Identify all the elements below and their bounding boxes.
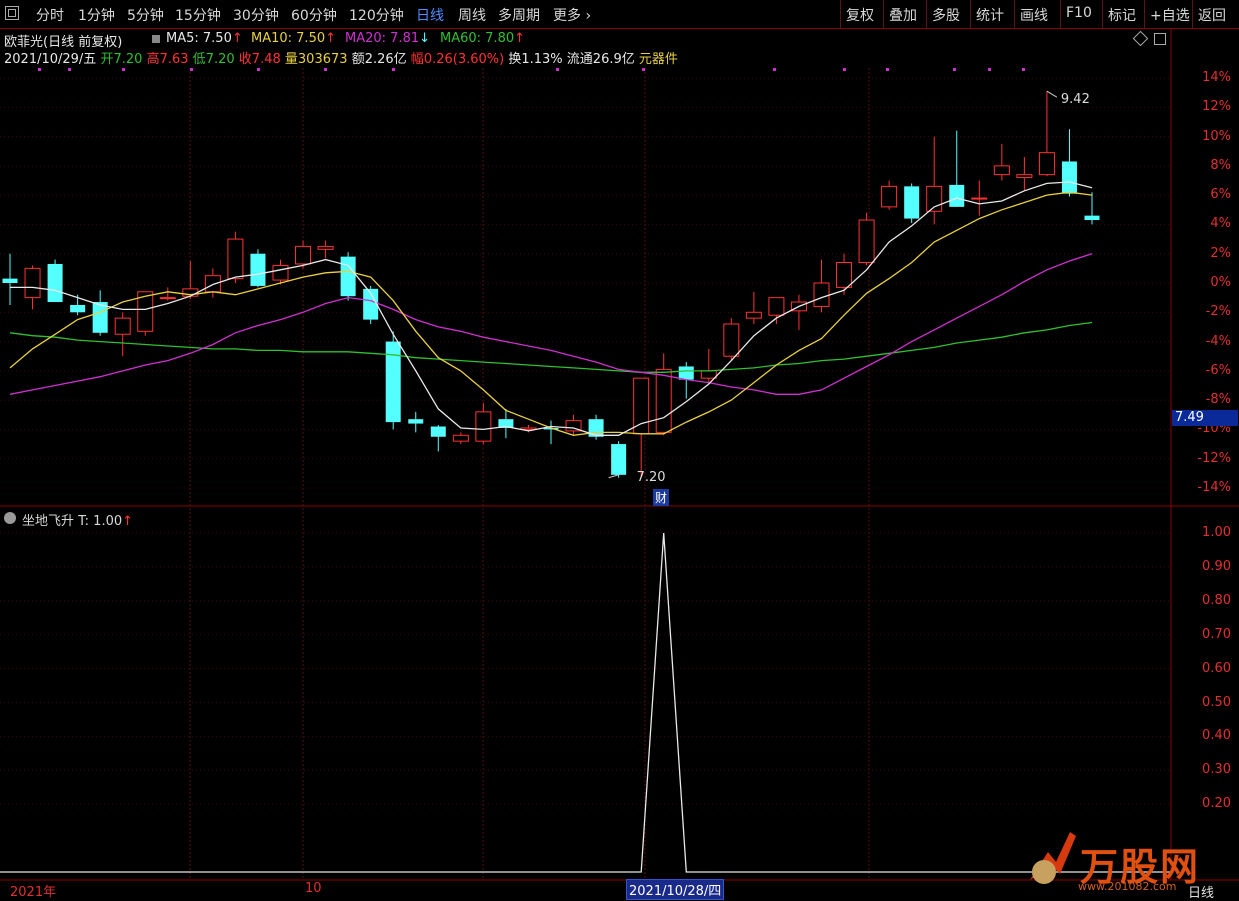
candle-body-down — [385, 341, 401, 423]
candle-body-down — [70, 304, 86, 313]
candle-body-up — [317, 245, 334, 250]
event-dot — [953, 68, 956, 71]
candle-body-up — [971, 197, 988, 200]
candle-body-up — [24, 267, 41, 299]
indicator-tick-label: 0.60 — [1202, 660, 1231, 676]
candle-body-up — [272, 264, 289, 281]
candle-body-down — [904, 186, 920, 219]
candle-body-up — [813, 282, 830, 307]
event-dot — [38, 68, 41, 71]
candle-body-up — [768, 297, 785, 316]
y-tick-label: 0% — [1210, 275, 1231, 290]
candle-body-up — [993, 165, 1010, 176]
event-dot — [773, 68, 776, 71]
candle-body-down — [47, 263, 63, 303]
candle-body-up — [858, 219, 875, 264]
event-dot — [190, 68, 193, 71]
y-tick-label: 8% — [1210, 157, 1231, 173]
indicator-title: 坐地飞升 T: 1.00↑ — [22, 514, 134, 529]
candle-body-up — [227, 238, 244, 280]
event-dot — [1022, 68, 1025, 71]
candle-body-up — [475, 411, 492, 442]
event-dot — [642, 68, 645, 71]
event-dot — [257, 68, 260, 71]
ma10-line — [9, 191, 1093, 436]
candle-body-down — [1084, 215, 1100, 221]
watermark-arrow-icon — [1030, 832, 1076, 884]
ma5-line — [10, 181, 1093, 436]
indicator-tick-label: 1.00 — [1202, 525, 1231, 540]
indicator-tick-label: 0.70 — [1202, 626, 1231, 642]
candle-body-down — [340, 256, 356, 297]
candle-body-down — [250, 253, 266, 286]
candle-body-up — [836, 262, 853, 288]
y-tick-label: 2% — [1210, 245, 1231, 261]
candle-body-up — [723, 323, 740, 357]
candle-body-up — [452, 434, 469, 442]
y-tick-label: 4% — [1210, 216, 1231, 232]
event-dot — [886, 68, 889, 71]
indicator-tick-label: 0.40 — [1202, 728, 1231, 744]
ma20-line — [9, 253, 1093, 395]
finance-marker[interactable]: 财 — [653, 489, 670, 506]
y-tick-label: 10% — [1202, 128, 1231, 144]
candle-body-up — [114, 317, 131, 335]
candle-body-down — [1061, 161, 1077, 194]
y-tick-label: -6% — [1205, 362, 1231, 378]
indicator-line — [0, 532, 1171, 873]
x-label-cursor-date: 2021/10/28/四 — [626, 879, 725, 900]
candle-body-up — [295, 245, 312, 265]
high-marker-label: 9.42 — [1061, 92, 1090, 107]
indicator-tick-label: 0.30 — [1202, 762, 1231, 778]
ma60-line — [9, 321, 1093, 373]
y-tick-label: 12% — [1202, 99, 1231, 115]
high-marker-pointer — [1046, 90, 1058, 98]
current-price-tag: 7.49 — [1172, 410, 1238, 426]
y-tick-label: 6% — [1210, 187, 1231, 203]
event-dot — [988, 68, 991, 71]
indicator-tick-label: 0.50 — [1202, 694, 1231, 710]
indicator-tick-label: 0.90 — [1202, 558, 1231, 574]
y-tick-label: 14% — [1202, 70, 1231, 85]
event-dot — [68, 68, 71, 71]
candle-body-up — [1016, 174, 1033, 179]
y-tick-label: -14% — [1197, 480, 1231, 495]
candle-body-down — [678, 366, 694, 380]
y-tick-label: -2% — [1205, 304, 1231, 320]
indicator-tick-label: 0.80 — [1202, 592, 1231, 608]
candle-body-down — [2, 278, 18, 283]
candle-body-up — [700, 370, 717, 379]
y-tick-label: -8% — [1205, 392, 1231, 408]
candle-body-up — [745, 311, 762, 319]
low-marker-pointer — [608, 474, 619, 479]
event-dot — [556, 68, 559, 71]
candle-body-up — [159, 297, 176, 300]
kline-chart[interactable]: 9.42 7.20 — [0, 0, 1239, 901]
candle-body-down — [949, 184, 965, 207]
indicator-settings-icon[interactable] — [4, 512, 16, 524]
event-dot — [843, 68, 846, 71]
candle-body-up — [881, 185, 898, 208]
low-marker-label: 7.20 — [637, 470, 666, 485]
event-dot — [392, 68, 395, 71]
watermark-url: www.201082.com — [1078, 880, 1177, 893]
indicator-tick-label: 0.20 — [1202, 796, 1231, 812]
candle-body-up — [1038, 152, 1055, 176]
event-dot — [122, 68, 125, 71]
y-tick-label: -12% — [1197, 450, 1231, 466]
event-dot — [324, 68, 327, 71]
candle-body-down — [611, 444, 627, 475]
candle-body-down — [430, 426, 446, 437]
candle-body-up — [633, 377, 650, 435]
y-tick-label: -4% — [1205, 333, 1231, 349]
candle-body-up — [655, 368, 672, 433]
x-label-month: 10 — [305, 881, 322, 896]
candle-body-down — [408, 419, 424, 424]
candle-body-up — [204, 275, 221, 293]
x-label-year: 2021年 — [10, 885, 57, 900]
